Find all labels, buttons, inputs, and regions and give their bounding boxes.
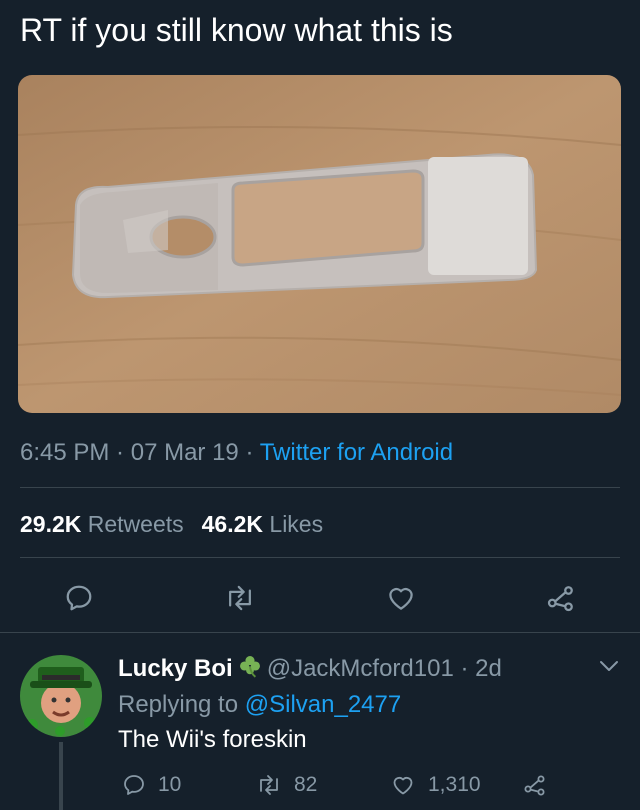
likes-count: 46.2K: [201, 511, 264, 537]
reply-icon: [124, 775, 144, 795]
tweet-text: RT if you still know what this is: [20, 12, 453, 48]
leprechaun-avatar-image: [20, 655, 102, 737]
tweet-date: 07 Mar 19: [130, 439, 239, 466]
share-button[interactable]: [541, 578, 581, 618]
share-icon: [547, 586, 573, 612]
reply-retweet-button[interactable]: 82: [256, 770, 317, 800]
tweet-meta: 6:45 PM · 07 Mar 19 · Twitter for Androi…: [20, 438, 453, 468]
wii-remote-sleeve-image: [18, 75, 621, 413]
reply-age: · 2d: [453, 655, 502, 682]
retweets-stat[interactable]: 29.2K Retweets: [20, 511, 184, 537]
reply-author-handle[interactable]: @JackMcford101: [267, 655, 454, 682]
retweet-icon: [229, 585, 251, 611]
retweet-icon: [260, 775, 278, 795]
thread-line: [59, 742, 63, 810]
divider: [0, 632, 640, 633]
avatar[interactable]: [20, 655, 102, 737]
reply-header: Lucky Boi @JackMcford101 · 2d: [118, 653, 502, 688]
replying-prefix: Replying to: [118, 691, 245, 718]
replying-to-mention[interactable]: @Silvan_2477: [245, 691, 401, 718]
heart-icon: [393, 777, 413, 795]
retweets-count: 29.2K: [20, 511, 82, 537]
heart-icon: [389, 587, 413, 610]
meta-separator: ·: [109, 439, 131, 466]
reply-reply-count: 10: [158, 773, 182, 796]
reply-like-count: 1,310: [428, 773, 481, 796]
replying-to: Replying to @Silvan_2477: [118, 689, 401, 721]
meta-separator: ·: [238, 439, 260, 466]
tweet-stats: 29.2K Retweets 46.2K Likes: [20, 509, 323, 539]
reply-retweet-count: 82: [294, 773, 318, 796]
reply-button[interactable]: [59, 578, 99, 618]
reply-text: The Wii's foreskin: [118, 726, 307, 753]
likes-label: Likes: [269, 511, 324, 537]
reply-reply-button[interactable]: 10: [122, 770, 181, 800]
share-icon: [524, 775, 545, 796]
like-button[interactable]: [381, 578, 421, 618]
tweet-photo[interactable]: [18, 75, 621, 413]
tweet-source-link[interactable]: Twitter for Android: [260, 439, 453, 466]
divider: [20, 487, 620, 488]
reply-icon: [66, 585, 92, 611]
retweets-label: Retweets: [87, 511, 184, 537]
reply-share-button[interactable]: [522, 770, 548, 800]
reply-like-button[interactable]: 1,310: [390, 770, 481, 800]
divider: [20, 557, 620, 558]
chevron-down-icon[interactable]: [598, 658, 620, 679]
tweet-time: 6:45 PM: [20, 439, 110, 466]
likes-stat[interactable]: 46.2K Likes: [202, 511, 323, 537]
shamrock-icon: [237, 653, 263, 688]
retweet-button[interactable]: [220, 578, 260, 618]
reply-author-name[interactable]: Lucky Boi: [118, 655, 233, 682]
